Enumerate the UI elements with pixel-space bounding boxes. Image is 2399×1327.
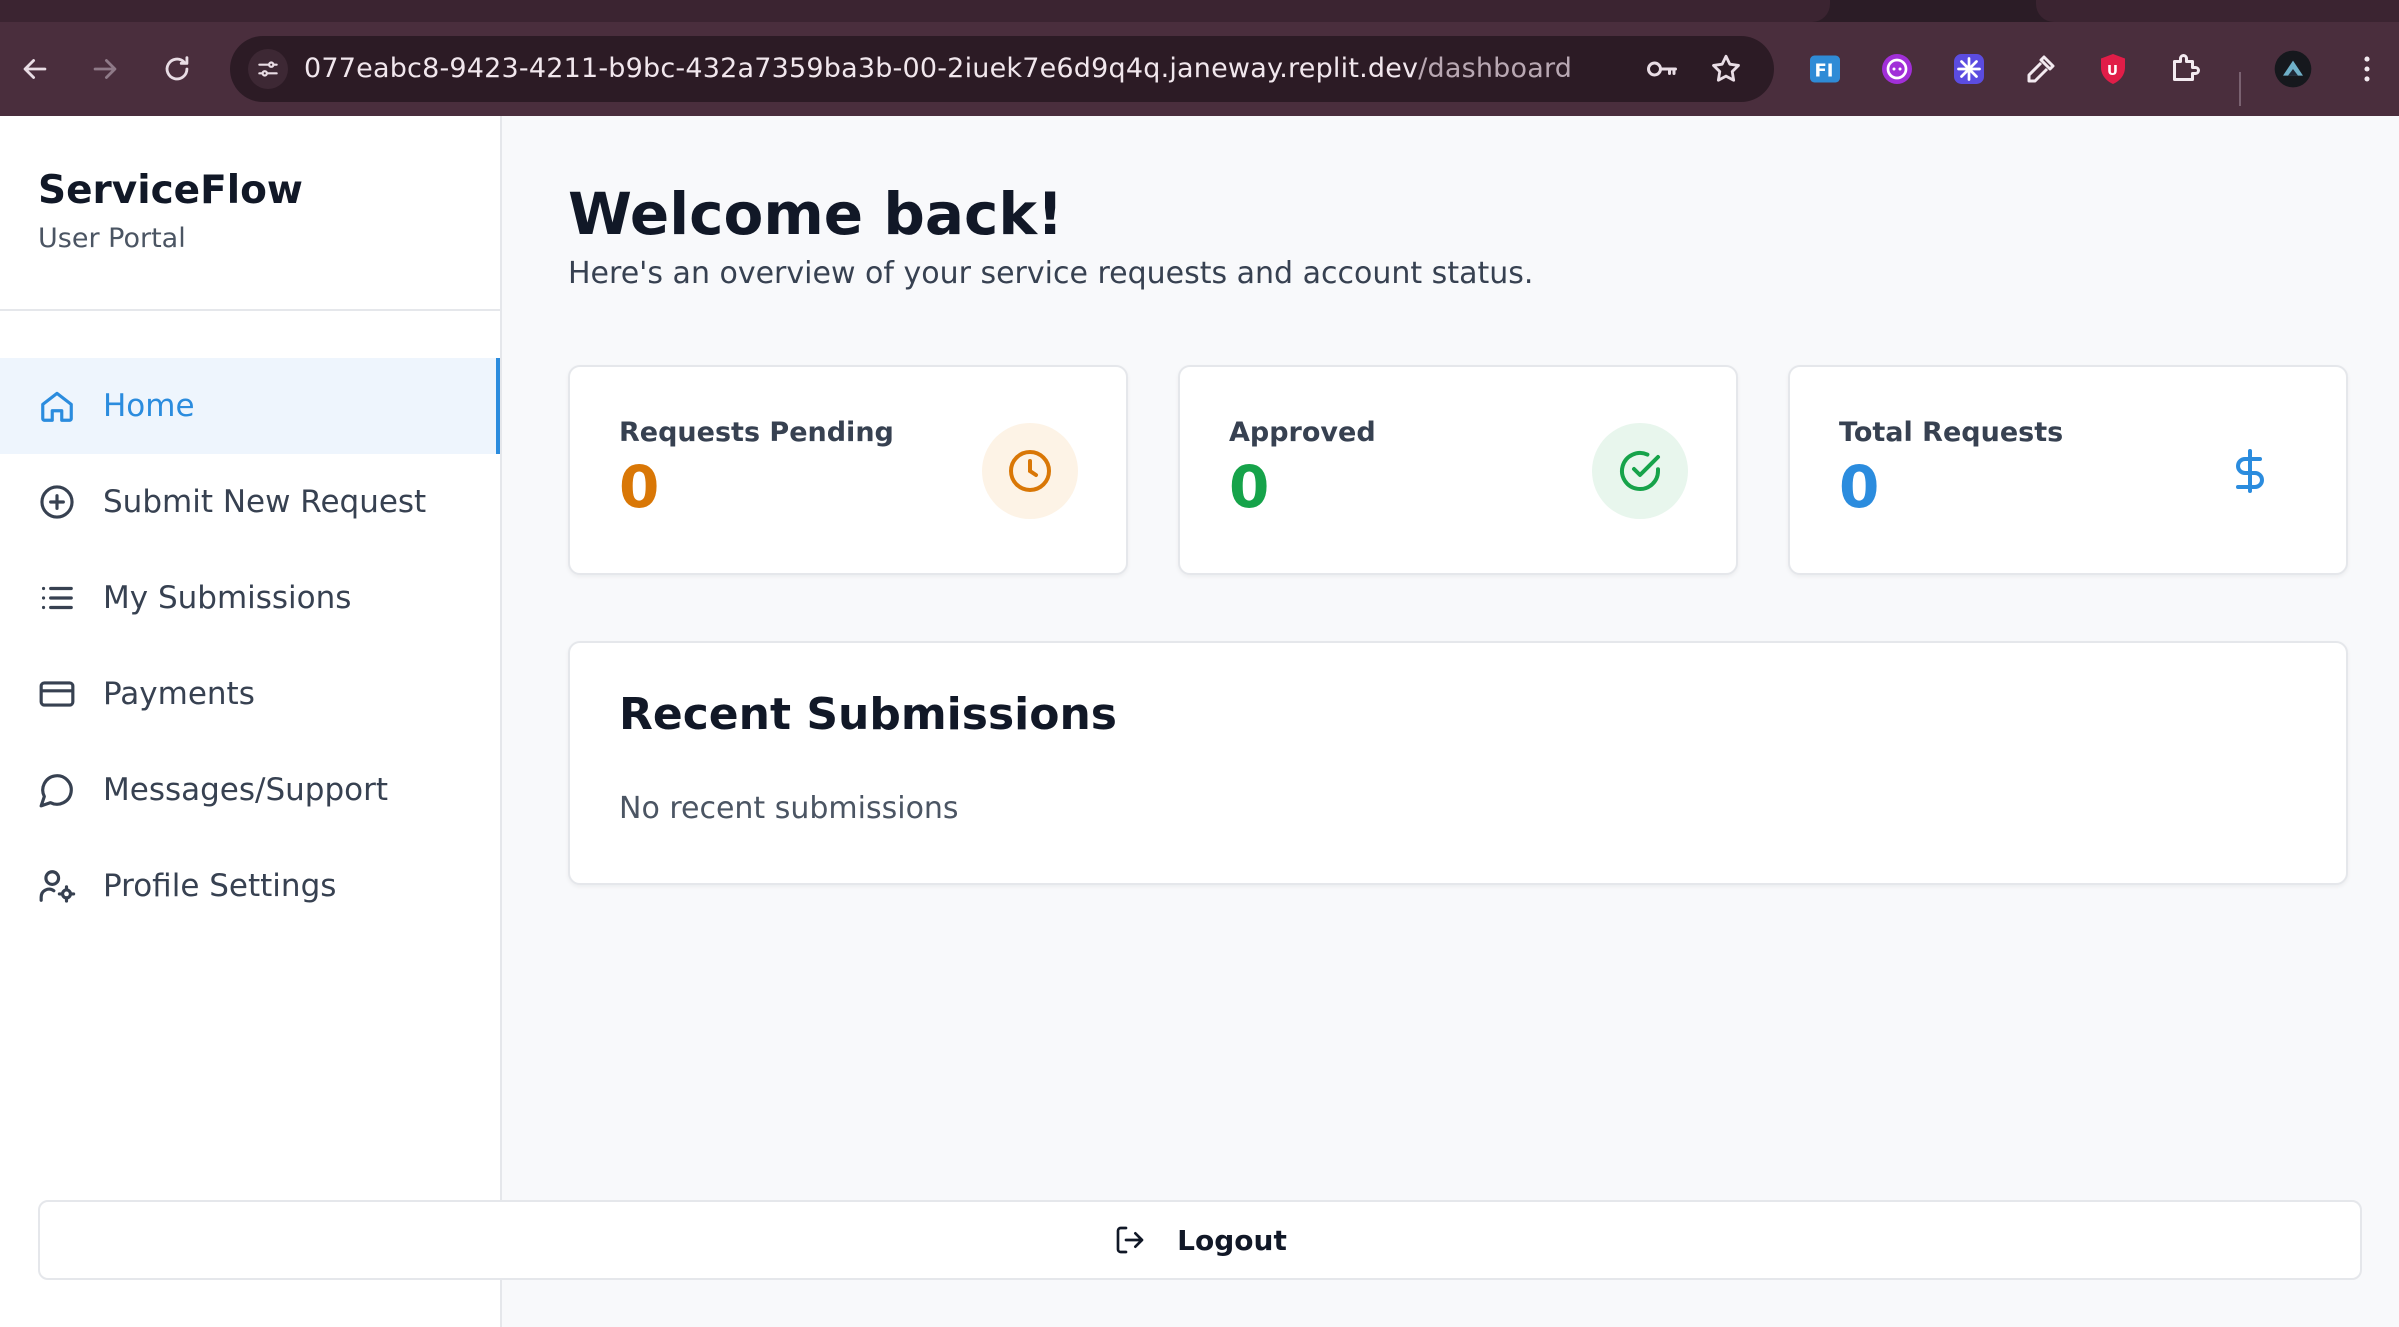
sidebar-item-payments[interactable]: Payments [0,646,500,742]
sidebar: ServiceFlow User Portal Home Submit New … [0,116,502,1327]
address-bar[interactable]: 077eabc8-9423-4211-b9bc-432a7359ba3b-00-… [230,36,1774,102]
sidebar-nav: Home Submit New Request My Submissions P… [0,358,500,934]
toolbar-separator [2239,72,2241,106]
sidebar-divider [0,309,500,311]
svg-text:FI: FI [1815,61,1834,82]
user-settings-icon [38,867,76,905]
stat-value: 0 [1229,453,1270,521]
sidebar-item-submit-new-request[interactable]: Submit New Request [0,454,500,550]
sidebar-item-label: Profile Settings [103,868,337,904]
brand: ServiceFlow User Portal [38,168,303,254]
browser-tabstrip [0,0,2399,22]
url-host: 077eabc8-9423-4211-b9bc-432a7359ba3b-00-… [304,53,1419,84]
arrow-left-icon [23,59,47,79]
stat-card-requests-pending: Requests Pending 0 [568,365,1128,575]
main-content: Welcome back! Here's an overview of your… [502,116,2399,1327]
site-settings-icon[interactable] [248,49,288,89]
extension-purple-icon[interactable] [1874,46,1920,92]
extension-shield-icon[interactable]: U [2090,46,2136,92]
brand-subtitle: User Portal [38,223,186,254]
check-circle-icon [1592,423,1688,519]
logout-label: Logout [1177,1223,1287,1257]
logout-button[interactable]: Logout [38,1200,2362,1280]
stat-value: 0 [619,453,660,521]
recent-submissions-empty: No recent submissions [619,791,959,826]
clock-icon [982,423,1078,519]
browser-tab[interactable] [2036,0,2399,22]
sidebar-item-label: Messages/Support [103,772,389,808]
stat-card-total-requests: Total Requests 0 [1788,365,2348,575]
credit-card-icon [38,675,76,713]
brand-title: ServiceFlow [38,168,303,213]
reload-icon [165,56,189,81]
home-icon [38,387,76,425]
sidebar-item-label: Submit New Request [103,484,427,520]
sidebar-item-my-submissions[interactable]: My Submissions [0,550,500,646]
recent-submissions-title: Recent Submissions [619,689,1117,740]
page-title: Welcome back! [568,180,1064,248]
profile-avatar[interactable] [2270,46,2316,92]
stat-value: 0 [1839,453,1880,521]
sidebar-item-label: Home [103,388,195,424]
sidebar-item-messages-support[interactable]: Messages/Support [0,742,500,838]
message-icon [38,771,76,809]
browser-tab[interactable] [0,0,1830,22]
extension-snowflake-icon[interactable] [1946,46,1992,92]
svg-text:U: U [2107,63,2118,79]
browser-toolbar: 077eabc8-9423-4211-b9bc-432a7359ba3b-00-… [0,22,2399,116]
url-text[interactable]: 077eabc8-9423-4211-b9bc-432a7359ba3b-00-… [304,36,1572,102]
reload-button[interactable] [156,48,198,90]
logout-icon [1113,1223,1147,1257]
recent-submissions-panel: Recent Submissions No recent submissions [568,641,2348,885]
sidebar-item-label: Payments [103,676,255,712]
list-icon [38,579,76,617]
eyedropper-icon[interactable] [2018,46,2064,92]
browser-menu-icon[interactable] [2344,46,2390,92]
stat-card-approved: Approved 0 [1178,365,1738,575]
page-subtitle: Here's an overview of your service reque… [568,256,1534,291]
sidebar-item-home[interactable]: Home [0,358,500,454]
plus-circle-icon [38,483,76,521]
extension-fi-icon[interactable]: FI [1802,46,1848,92]
sidebar-item-profile-settings[interactable]: Profile Settings [0,838,500,934]
url-path: /dashboard [1418,53,1573,84]
password-key-icon[interactable] [1642,49,1682,89]
sidebar-item-label: My Submissions [103,580,352,616]
dollar-icon [2202,423,2298,519]
bookmark-star-icon[interactable] [1706,49,1746,89]
stat-label: Total Requests [1839,417,2064,448]
back-button[interactable] [14,48,56,90]
stat-label: Approved [1229,417,1376,448]
forward-button[interactable] [84,48,126,90]
stat-label: Requests Pending [619,417,894,448]
arrow-right-icon [93,59,117,79]
extensions-puzzle-icon[interactable] [2162,46,2208,92]
